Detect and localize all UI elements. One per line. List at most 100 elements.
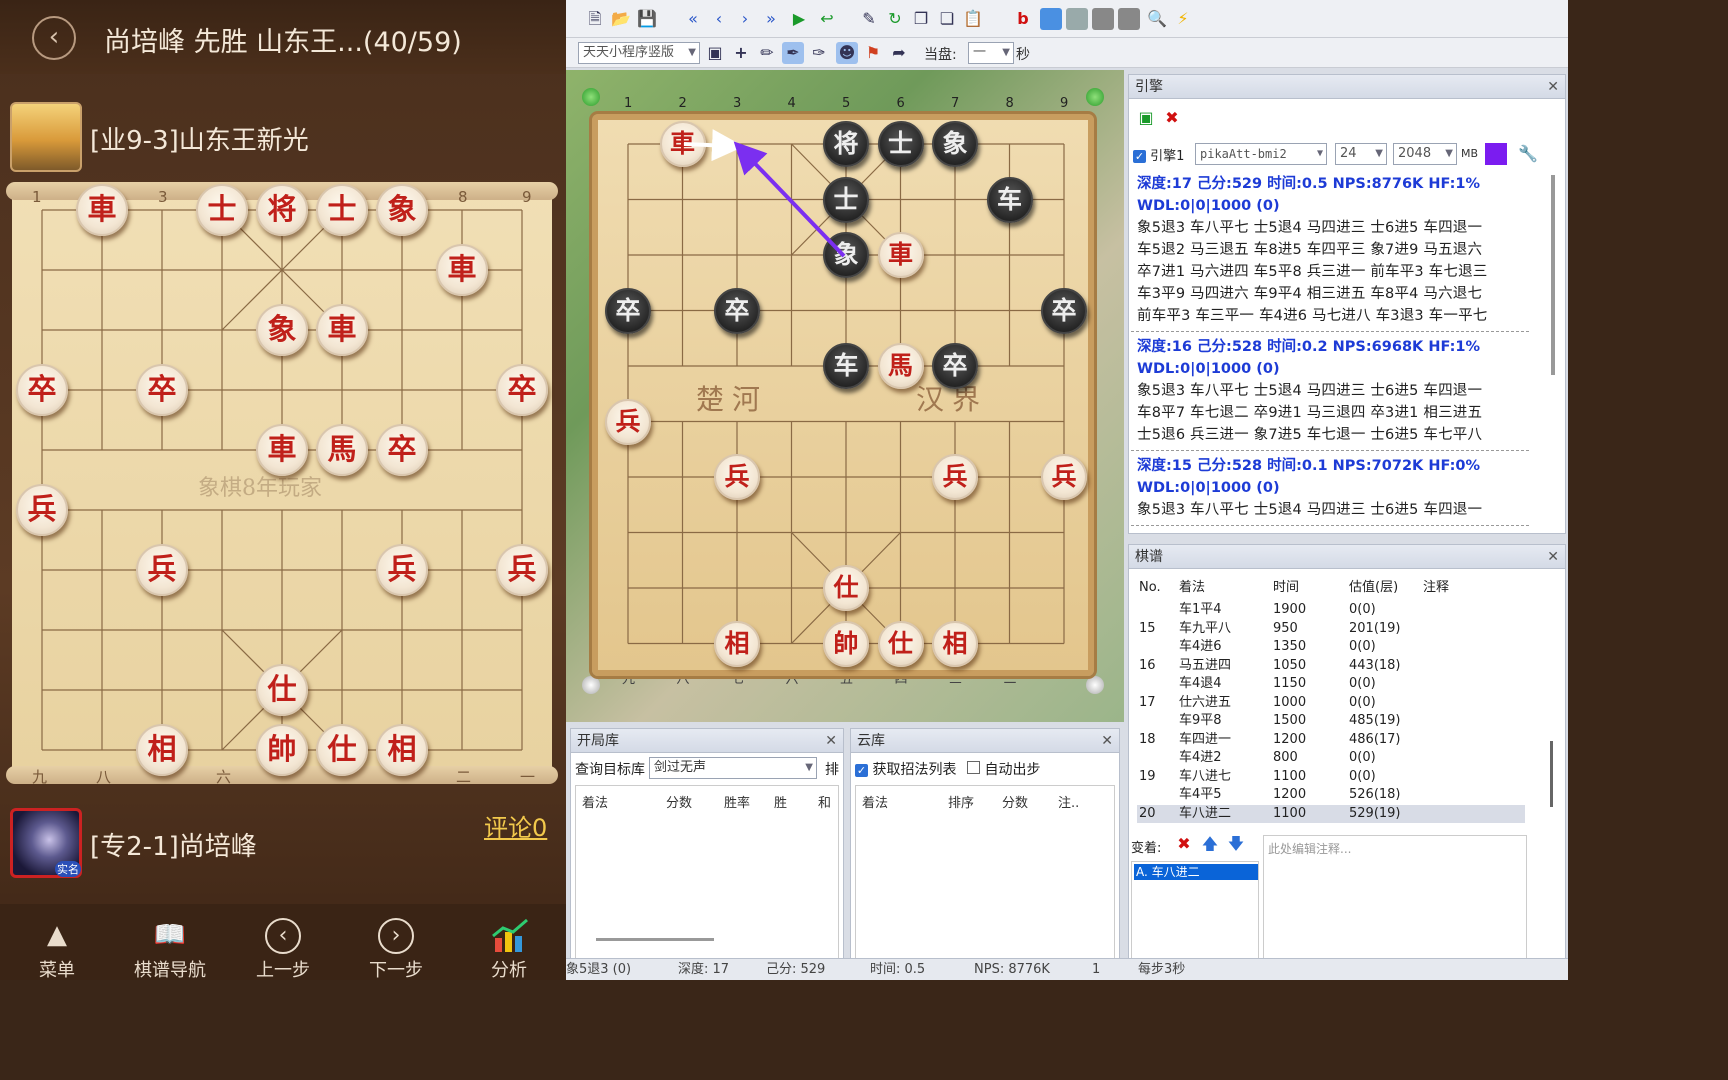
arrow-down-icon[interactable]: 🡇 [1225,833,1247,855]
board-piece[interactable]: 将 [823,121,869,167]
board-piece[interactable]: 象 [376,184,428,236]
auto-move-checkbox[interactable]: 自动出步 [967,759,1040,779]
board-piece[interactable]: 士 [316,184,368,236]
board-piece[interactable]: 馬 [877,343,924,389]
layout-icon[interactable] [1118,8,1140,30]
table-row[interactable]: 15 车九平八 950 201(19) [1137,620,1525,638]
return-icon[interactable]: ↩ [816,8,838,30]
bold-b-icon[interactable]: b [1012,8,1034,30]
prev-move-icon[interactable]: ‹ [708,8,730,30]
board-piece[interactable]: 車 [877,232,924,278]
board-piece[interactable]: 仕 [316,724,368,776]
menu-button[interactable]: ▲ 菜单 [2,904,112,980]
play-icon[interactable]: ▶ [788,8,810,30]
board-piece[interactable]: 車 [316,304,368,356]
fetch-checkbox[interactable]: ✓ 获取招法列表 [855,759,956,779]
board-piece[interactable]: 相 [136,724,188,776]
last-move-icon[interactable]: » [760,8,782,30]
duplicate-icon[interactable]: ❏ [936,8,958,30]
board-piece[interactable]: 卒 [714,287,760,334]
paste-icon[interactable]: 📋 [962,8,984,30]
add-engine-icon[interactable]: ▣ [1135,107,1157,129]
board-piece[interactable]: 相 [376,724,428,776]
board-piece[interactable]: 士 [877,121,924,167]
table-row[interactable]: 17 仕六进五 1000 0(0) [1137,694,1525,712]
refresh-icon[interactable]: ↻ [884,8,906,30]
prev-step-button[interactable]: ‹ 上一步 [228,904,338,980]
board-piece[interactable]: 象 [256,304,308,356]
table-row[interactable]: 车4进6 1350 0(0) [1137,638,1525,656]
table-row[interactable]: 车4平5 1200 526(18) [1137,786,1525,804]
board-piece[interactable]: 兵 [932,454,978,500]
window-icon[interactable] [1040,8,1062,30]
bottom-player-avatar[interactable]: 实名 [10,808,82,878]
table-row[interactable]: 19 车八进七 1100 0(0) [1137,768,1525,786]
board-piece[interactable]: 仕 [256,664,308,716]
board-piece[interactable]: 车 [823,343,869,389]
threads-select[interactable]: 24 ▼ [1335,143,1387,165]
board-piece[interactable]: 兵 [1041,454,1087,500]
table-row[interactable]: 车4进2 800 0(0) [1137,749,1525,767]
arrow-up-icon[interactable]: 🡅 [1199,833,1221,855]
board-piece[interactable]: 兵 [496,544,548,596]
copy-icon[interactable]: ❐ [910,8,932,30]
board-piece[interactable]: 卒 [376,424,428,476]
close-icon[interactable]: ✕ [1101,729,1113,753]
add-icon[interactable]: + [730,42,752,64]
new-file-icon[interactable]: 🗎 [584,8,606,30]
next-move-icon[interactable]: › [734,8,756,30]
brush-icon[interactable]: ✑ [808,42,830,64]
wrench-icon[interactable]: 🔧 [1517,143,1539,165]
back-button[interactable]: ‹ [32,16,76,60]
analysis-button[interactable]: 分析 [454,904,564,980]
board-piece[interactable]: 车 [986,176,1033,223]
panel-icon[interactable] [1092,8,1114,30]
board-piece[interactable]: 士 [196,184,248,236]
time-select[interactable]: 一 ▼ [968,42,1014,64]
engine-line-block[interactable]: 深度:15 己分:528 时间:0.1 NPS:7072K HF:0% WDL:0… [1131,455,1529,526]
table-row[interactable]: 18 车四进一 1200 486(17) [1137,731,1525,749]
scrollbar[interactable] [1550,741,1553,807]
open-folder-icon[interactable]: 📂 [610,8,632,30]
table-row[interactable]: 车4退4 1150 0(0) [1137,675,1525,693]
pencil-icon[interactable]: ✏ [756,42,778,64]
board-piece[interactable]: 卒 [1041,287,1087,334]
note-editor[interactable]: 此处编辑注释... [1263,835,1527,977]
board-piece[interactable]: 相 [714,620,760,667]
hash-select[interactable]: 2048 ▼ [1393,143,1457,165]
sort-label[interactable]: 排 [825,759,839,779]
variation-item[interactable]: A. 车八进二 [1134,864,1258,880]
record-nav-button[interactable]: 📖 棋谱导航 [115,904,225,980]
close-icon[interactable]: ✕ [1547,75,1559,99]
board-piece[interactable]: 車 [256,424,308,476]
engine-line-block[interactable]: 深度:16 己分:528 时间:0.2 NPS:6968K HF:1% WDL:0… [1131,336,1529,451]
engine-line-block[interactable]: 深度:17 己分:529 时间:0.5 NPS:8776K HF:1% WDL:0… [1131,173,1529,332]
board-piece[interactable]: 相 [932,620,978,667]
top-player-avatar[interactable] [10,102,82,172]
table-row[interactable]: 20 车八进二 1100 529(19) [1137,804,1525,823]
next-step-button[interactable]: › 下一步 [341,904,451,980]
engine-select[interactable]: pikaAtt-bmi2 ▼ [1195,143,1327,165]
split-view-icon[interactable] [1066,8,1088,30]
board-piece[interactable]: 卒 [136,364,188,416]
board-piece[interactable]: 卒 [605,287,651,334]
board-piece[interactable]: 兵 [376,544,428,596]
board-piece[interactable]: 車 [76,184,128,236]
color-swatch[interactable] [1485,143,1507,165]
board-piece[interactable]: 車 [659,121,706,167]
pen-icon[interactable]: ✒ [782,42,804,64]
arrow-icon[interactable]: ➦ [888,42,910,64]
board-piece[interactable]: 帥 [256,724,308,776]
comment-link[interactable]: 评论0 [484,808,547,843]
table-row[interactable]: 车9平8 1500 485(19) [1137,712,1525,730]
board-piece[interactable]: 兵 [136,544,188,596]
user-icon[interactable]: ☻ [836,42,858,64]
close-icon[interactable]: ✕ [825,729,837,753]
board-piece[interactable]: 将 [256,184,308,236]
first-move-icon[interactable]: « [682,8,704,30]
board-piece[interactable]: 車 [436,244,488,296]
board-piece[interactable]: 馬 [316,424,368,476]
board-piece[interactable]: 帥 [823,620,869,667]
search-icon[interactable]: 🔍 [1146,8,1168,30]
close-icon[interactable]: ✕ [1547,545,1559,569]
